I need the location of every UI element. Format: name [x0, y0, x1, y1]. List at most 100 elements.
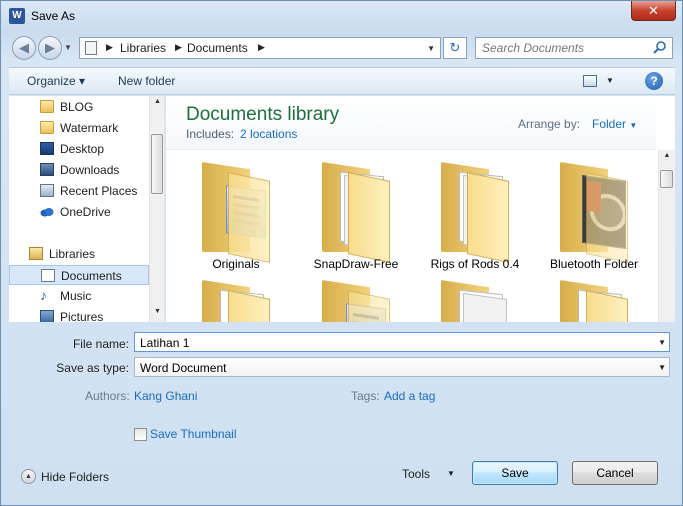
arrange-by-label: Arrange by: — [518, 117, 581, 131]
folder-item[interactable] — [425, 274, 525, 322]
tools-button[interactable]: Tools — [402, 467, 430, 481]
sidebar-item-libraries[interactable]: Libraries — [9, 244, 149, 264]
save-thumbnail-checkbox[interactable] — [134, 428, 147, 441]
sidebar-item-documents[interactable]: Documents — [9, 265, 149, 285]
library-includes: Includes: 2 locations — [186, 127, 297, 141]
locations-link[interactable]: 2 locations — [240, 127, 297, 141]
recent-places-icon — [40, 184, 54, 197]
refresh-button[interactable]: ↻ — [443, 37, 467, 59]
breadcrumb-separator-icon[interactable]: ▶ — [106, 42, 113, 53]
arrange-by-dropdown[interactable]: Folder ▼ — [592, 117, 637, 131]
sidebar-item-blog[interactable]: BLOG — [9, 97, 149, 117]
command-toolbar: Organize ▾ New folder ▼ ? — [9, 67, 675, 95]
sidebar-item-desktop[interactable]: Desktop — [9, 139, 149, 159]
new-folder-button[interactable]: New folder — [118, 74, 175, 88]
sidebar-item-watermark[interactable]: Watermark — [9, 118, 149, 138]
folder-name: Originals — [212, 257, 260, 271]
folder-item[interactable] — [544, 274, 644, 322]
sidebar-item-onedrive[interactable]: OneDrive — [9, 202, 149, 222]
change-view-icon[interactable] — [583, 75, 597, 87]
breadcrumb-documents[interactable]: Documents — [187, 41, 248, 55]
file-name-value: Latihan 1 — [140, 336, 190, 350]
navigation-pane: BLOG Watermark Desktop Downloads Recent … — [9, 96, 165, 322]
file-list-scrollbar[interactable]: ▲ — [658, 150, 675, 322]
libraries-icon — [29, 247, 43, 260]
tags-value[interactable]: Add a tag — [384, 389, 435, 403]
authors-label: Authors: — [85, 389, 130, 403]
sidebar-item-label: Pictures — [60, 310, 104, 322]
tools-dropdown-icon[interactable]: ▼ — [447, 469, 455, 478]
breadcrumb-separator-icon[interactable]: ▶ — [258, 42, 265, 53]
search-input[interactable] — [480, 39, 650, 57]
folder-item-rigs-of-rods[interactable]: Rigs of Rods 0.4 — [425, 156, 525, 274]
documents-icon — [41, 269, 55, 282]
breadcrumb-libraries[interactable]: Libraries — [120, 41, 166, 55]
help-icon[interactable]: ? — [645, 72, 663, 90]
includes-label: Includes: — [186, 127, 235, 141]
sidebar-item-label: Watermark — [60, 121, 119, 135]
folder-item[interactable] — [186, 274, 286, 322]
sidebar-item-label: Music — [60, 289, 92, 303]
recent-pages-dropdown-icon[interactable]: ▼ — [64, 43, 72, 52]
breadcrumb-separator-icon[interactable]: ▶ — [175, 42, 182, 53]
chevron-down-icon[interactable]: ▼ — [658, 338, 666, 347]
file-name-field[interactable]: Latihan 1 ▼ — [134, 332, 670, 352]
sidebar-item-pictures[interactable]: Pictures — [9, 307, 149, 322]
cancel-button[interactable]: Cancel — [572, 461, 658, 485]
chevron-down-icon: ▼ — [629, 121, 638, 130]
scroll-down-icon[interactable]: ▼ — [150, 308, 164, 315]
library-header: Documents library Includes: 2 locations A… — [166, 96, 656, 150]
address-bar[interactable]: ▶ Libraries ▶ Documents ▶ ▼ — [79, 37, 441, 59]
sidebar-item-label: Libraries — [49, 247, 96, 261]
folder-icon — [322, 280, 390, 322]
folder-name: Bluetooth Folder — [549, 257, 639, 271]
sidebar-item-recent-places[interactable]: Recent Places — [9, 181, 149, 201]
onedrive-icon — [40, 208, 54, 217]
sidebar-item-music[interactable]: ♪ Music — [9, 286, 149, 306]
folder-item[interactable] — [306, 274, 406, 322]
sidebar-item-downloads[interactable]: Downloads — [9, 160, 149, 180]
save-thumbnail-label[interactable]: Save Thumbnail — [150, 427, 237, 441]
close-button[interactable]: ✕ — [631, 1, 676, 21]
forward-button[interactable]: ▶ — [38, 36, 62, 60]
window-title: Save As — [31, 9, 76, 23]
scroll-up-icon[interactable]: ▲ — [659, 152, 675, 159]
desktop-icon — [40, 142, 54, 155]
navigation-scrollbar[interactable]: ▲ ▼ — [149, 96, 164, 322]
title-bar: W Save As ✕ — [1, 1, 682, 31]
sidebar-item-label: Desktop — [60, 142, 105, 156]
organize-button[interactable]: Organize ▾ — [27, 74, 85, 88]
save-as-type-select[interactable]: Word Document ▼ — [134, 357, 670, 377]
back-button[interactable]: ◀ — [12, 36, 36, 60]
collapse-up-icon[interactable]: ▲ — [21, 469, 36, 484]
scrollbar-thumb[interactable] — [151, 134, 163, 194]
folder-icon — [560, 162, 628, 263]
folder-item-bluetooth[interactable]: Bluetooth Folder — [544, 156, 644, 274]
search-icon[interactable] — [652, 40, 668, 56]
folder-item-originals[interactable]: Originals — [186, 156, 286, 274]
sidebar-item-label: OneDrive — [60, 205, 111, 219]
folder-icon — [441, 162, 509, 263]
save-as-dialog: W Save As ✕ ◀ ▶ ▼ ▶ Libraries ▶ Document… — [0, 0, 683, 506]
authors-value[interactable]: Kang Ghani — [134, 389, 197, 403]
view-options-dropdown-icon[interactable]: ▼ — [606, 76, 614, 85]
downloads-icon — [40, 163, 54, 176]
search-box[interactable] — [475, 37, 673, 59]
sidebar-item-label: BLOG — [60, 100, 94, 114]
word-app-icon: W — [9, 8, 25, 24]
sidebar-item-label: Recent Places — [60, 184, 138, 198]
tags-label: Tags: — [351, 389, 380, 403]
file-list-pane: Documents library Includes: 2 locations A… — [166, 96, 675, 322]
file-name-label: File name: — [72, 337, 129, 351]
hide-folders-button[interactable]: Hide Folders — [41, 470, 109, 484]
save-type-label: Save as type: — [56, 361, 129, 375]
library-title: Documents library — [186, 104, 340, 125]
scrollbar-thumb[interactable] — [660, 170, 673, 188]
pictures-icon — [40, 310, 54, 322]
folder-item-snapdraw-free[interactable]: SnapDraw-Free — [306, 156, 406, 274]
scroll-up-icon[interactable]: ▲ — [150, 98, 164, 105]
sidebar-item-label: Downloads — [60, 163, 120, 177]
save-button[interactable]: Save — [472, 461, 558, 485]
sidebar-item-label: Documents — [61, 269, 122, 283]
address-dropdown-icon[interactable]: ▼ — [427, 44, 435, 53]
